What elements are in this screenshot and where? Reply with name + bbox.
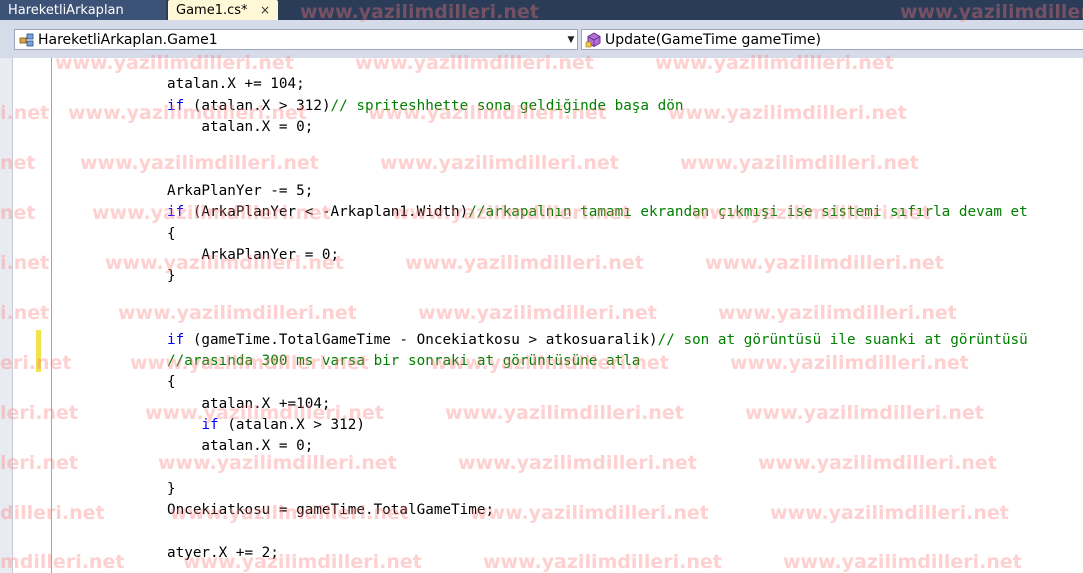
class-icon <box>18 32 36 48</box>
code-line: if (atalan.X > 312) <box>201 417 365 433</box>
glyph-margin <box>13 58 51 573</box>
method-icon <box>585 31 603 48</box>
code-line: ArkaPlanYer = 0; <box>167 247 340 263</box>
tab-strip-empty <box>278 0 1083 20</box>
document-tab-strip: HareketliArkaplan Game1.cs* × <box>0 0 1083 20</box>
code-line: if (ArkaPlanYer < -Arkaplan1.Width)//ark… <box>167 204 1028 220</box>
navigation-bar: HareketliArkaplan.Game1 ▼ Update(GameTim… <box>0 20 1083 58</box>
member-dropdown-value: Update(GameTime gameTime) <box>605 31 821 48</box>
tab-label: Game1.cs* <box>176 2 248 18</box>
outlining-margin <box>51 58 52 573</box>
code-line: if (gameTime.TotalGameTime - Oncekiatkos… <box>167 332 1028 348</box>
code-line: atalan.X += 104; <box>167 76 305 92</box>
close-icon[interactable]: × <box>260 3 270 17</box>
code-line: } <box>167 481 176 497</box>
code-editor[interactable]: atalan.X += 104; if (atalan.X > 312)// s… <box>0 58 1083 573</box>
member-dropdown[interactable]: Update(GameTime gameTime) <box>581 29 1083 50</box>
change-tracking-marker <box>36 330 41 372</box>
code-line: atalan.X +=104; <box>167 396 331 412</box>
code-line: //arasında 300 ms varsa bir sonraki at g… <box>167 353 641 369</box>
code-line: atalan.X = 0; <box>167 438 314 454</box>
code-line: atyer.X += 2; <box>167 545 279 561</box>
tab-game1-cs[interactable]: Game1.cs* × <box>168 0 278 20</box>
code-line: { <box>167 226 176 242</box>
class-dropdown-value: HareketliArkaplan.Game1 <box>38 31 218 48</box>
dropdown-arrow-icon[interactable]: ▼ <box>565 35 577 45</box>
code-line: Oncekiatkosu = gameTime.TotalGameTime; <box>167 502 495 518</box>
tab-hareketliarkaplan[interactable]: HareketliArkaplan <box>0 0 166 20</box>
code-line: } <box>167 268 176 284</box>
selection-margin <box>0 58 13 573</box>
class-dropdown[interactable]: HareketliArkaplan.Game1 ▼ <box>14 29 578 50</box>
code-line: ArkaPlanYer -= 5; <box>167 183 314 199</box>
code-line: if (atalan.X > 312)// spriteshhette sona… <box>167 98 684 114</box>
code-line: { <box>167 374 176 390</box>
tab-label: HareketliArkaplan <box>8 2 124 18</box>
code-line: atalan.X = 0; <box>167 119 314 135</box>
